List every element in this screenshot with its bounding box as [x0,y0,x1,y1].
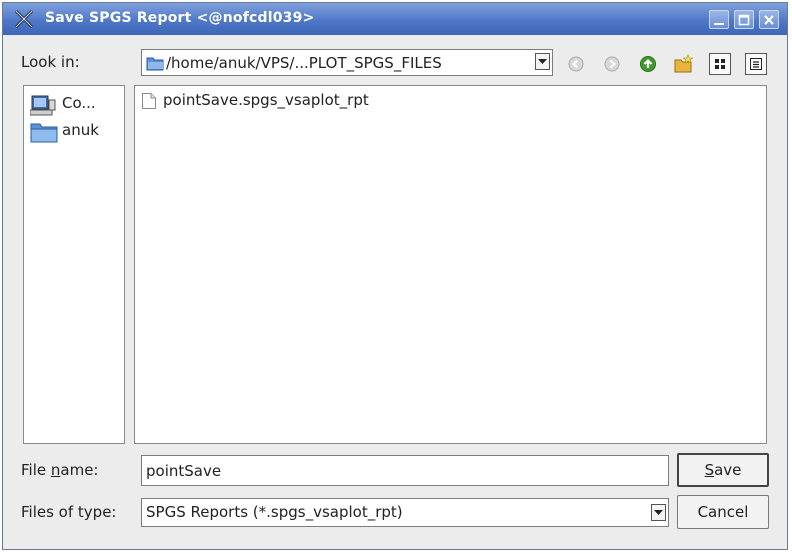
file-name: pointSave.spgs_vsaplot_rpt [163,91,369,109]
save-label: ave [714,461,742,479]
folder-open-icon [146,57,164,71]
computer-icon [30,95,56,116]
forward-icon [604,56,620,72]
save-button[interactable]: Save [677,453,769,487]
forward-button[interactable] [601,53,623,75]
back-button[interactable] [565,53,587,75]
file-type-label: Files of type: [21,503,117,521]
maximize-icon [738,14,750,26]
list-item[interactable]: pointSave.spgs_vsaplot_rpt [139,90,439,112]
file-name-label-mnemonic: n [50,461,61,479]
sidebar-item-label: Co... [62,94,96,112]
close-icon [764,15,774,25]
up-folder-button[interactable] [637,53,659,75]
file-name-label-suffix: ame: [60,461,99,479]
maximize-button[interactable] [734,10,754,29]
file-type-dropdown-arrow[interactable] [651,504,666,521]
file-type-combo[interactable]: SPGS Reports (*.spgs_vsaplot_rpt) [141,498,669,527]
places-sidebar: Co... anuk [23,85,125,444]
back-icon [568,56,584,72]
file-list[interactable]: pointSave.spgs_vsaplot_rpt [134,85,767,444]
sidebar-item-computer[interactable]: Co... [28,92,122,116]
sidebar-item-anuk[interactable]: anuk [28,118,122,144]
close-button[interactable] [759,10,779,29]
look-in-combo[interactable]: /home/anuk/VPS/...PLOT_SPGS_FILES [141,49,553,76]
save-dialog: Save SPGS Report <@nofcdl039> Look in: /… [2,2,788,550]
list-view-button[interactable] [709,53,731,75]
details-view-button[interactable] [745,53,767,75]
file-name-label: File name: [21,461,98,479]
list-view-icon [715,59,725,69]
file-name-label-prefix: File [21,461,51,479]
title-bar[interactable]: Save SPGS Report <@nofcdl039> [3,3,787,35]
look-in-path: /home/anuk/VPS/...PLOT_SPGS_FILES [166,54,442,72]
up-folder-icon [640,56,656,72]
look-in-label: Look in: [21,53,80,71]
new-folder-button[interactable] [673,53,695,75]
chevron-down-icon [538,59,547,64]
look-in-dropdown-arrow[interactable] [535,53,550,70]
app-x-icon [14,9,34,29]
file-icon [142,93,156,109]
sidebar-item-label: anuk [62,121,99,139]
file-name-field[interactable]: pointSave [141,455,669,486]
file-name-value: pointSave [146,462,222,480]
window-title: Save SPGS Report <@nofcdl039> [45,10,315,26]
cancel-button[interactable]: Cancel [677,495,769,529]
minimize-icon [714,23,724,25]
minimize-button[interactable] [709,10,729,29]
details-view-icon [750,58,762,70]
chevron-down-icon [654,510,663,515]
save-mnemonic: S [704,461,715,479]
folder-icon [30,123,58,143]
new-folder-icon [674,54,694,73]
file-type-value: SPGS Reports (*.spgs_vsaplot_rpt) [146,503,403,521]
